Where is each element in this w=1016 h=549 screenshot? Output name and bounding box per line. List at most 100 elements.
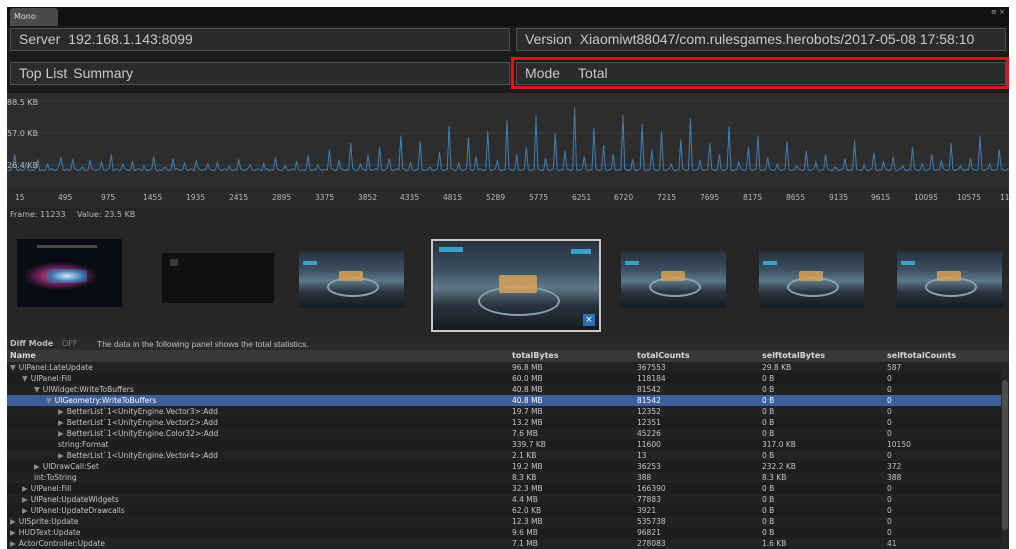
- collapsed-arrow-icon[interactable]: ▶: [22, 506, 28, 515]
- collapsed-arrow-icon[interactable]: ▶: [34, 462, 40, 471]
- version-label: Version: [525, 31, 572, 47]
- table-row[interactable]: ▶ UISprite:Update 12.3 MB 535738 0 B 0: [7, 516, 1009, 527]
- row-name: string:Format: [58, 440, 109, 449]
- row-name-cell: ▶ HUDText:Update: [10, 527, 81, 538]
- window-menu-icon[interactable]: ≡ ×: [991, 9, 1005, 16]
- close-icon[interactable]: ×: [583, 314, 595, 326]
- collapsed-arrow-icon[interactable]: ▶: [10, 539, 16, 548]
- table-header: Name totalBytes totalCounts selftotalByt…: [7, 350, 1009, 362]
- row-name-cell: ▶ UIPanel:Fill: [22, 483, 71, 494]
- row-name: UIGeometry:WriteToBuffers: [54, 396, 157, 405]
- table-row[interactable]: ▶ UIPanel:UpdateWidgets 4.4 MB 77883 0 B 0: [7, 494, 1009, 505]
- collapsed-arrow-icon[interactable]: ▶: [58, 418, 64, 427]
- table-row[interactable]: ▼ UIPanel:LateUpdate 96.8 MB 367553 29.8 KB 5…: [7, 362, 1009, 373]
- table-row[interactable]: ▶ ActorController:Update 7.1 MB 278083 1.6 K…: [7, 538, 1009, 549]
- row-name: UIPanel:Fill: [30, 374, 72, 383]
- screenshot-thumb-selected[interactable]: ×: [431, 239, 601, 332]
- expanded-arrow-icon[interactable]: ▼: [22, 374, 28, 383]
- total-bytes-cell: 40.8 MB: [512, 385, 543, 394]
- collapsed-arrow-icon[interactable]: ▶: [58, 429, 64, 438]
- collapsed-arrow-icon[interactable]: ▶: [58, 451, 64, 460]
- row-name: UIPanel:Fill: [30, 484, 72, 493]
- x-tick-label: 6251: [572, 193, 592, 202]
- row-name: int:ToString: [34, 473, 77, 482]
- column-name[interactable]: Name: [10, 351, 36, 360]
- vertical-scrollbar[interactable]: [1001, 362, 1009, 549]
- self-total-counts-cell: 388: [887, 473, 902, 482]
- screenshot-thumb-7[interactable]: [897, 251, 1002, 308]
- table-row[interactable]: ▼ UIPanel:Fill 60.0 MB 118184 0 B 0: [7, 373, 1009, 384]
- screenshot-thumb-6[interactable]: [759, 251, 864, 308]
- version-value: Xiaomiwt88047/com.rulesgames.herobots/20…: [579, 31, 975, 47]
- collapsed-arrow-icon[interactable]: ▶: [22, 495, 28, 504]
- table-row[interactable]: int:ToString 8.3 KB 388 8.3 KB 388: [7, 472, 1009, 483]
- x-tick-label: 7695: [700, 193, 720, 202]
- screenshot-thumb-5[interactable]: [621, 251, 726, 308]
- table-row[interactable]: ▶ UIPanel:UpdateDrawcalls 62.0 KB 3921 0 B 0: [7, 505, 1009, 516]
- total-bytes-cell: 339.7 KB: [512, 440, 546, 449]
- self-total-bytes-cell: 8.3 KB: [762, 473, 787, 482]
- table-row[interactable]: ▶ BetterList`1<UnityEngine.Vector4>:Add 2.…: [7, 450, 1009, 461]
- collapsed-arrow-icon[interactable]: ▶: [58, 407, 64, 416]
- row-name-cell: ▼ UIPanel:Fill: [22, 373, 71, 384]
- top-list-value: Summary: [73, 65, 134, 81]
- screenshot-thumb-2[interactable]: [162, 253, 274, 303]
- scrollbar-thumb[interactable]: [1002, 380, 1008, 530]
- expanded-arrow-icon[interactable]: ▼: [46, 396, 52, 405]
- total-counts-cell: 535738: [637, 517, 666, 526]
- collapsed-arrow-icon[interactable]: ▶: [10, 528, 16, 537]
- self-total-counts-cell: 0: [887, 517, 892, 526]
- column-self-total-counts[interactable]: selftotalCounts: [887, 351, 956, 360]
- x-tick-label: 8175: [743, 193, 763, 202]
- row-name: UIWidget:WriteToBuffers: [42, 385, 134, 394]
- self-total-bytes-cell: 0 B: [762, 517, 775, 526]
- table-row[interactable]: ▼ UIWidget:WriteToBuffers 40.8 MB 81542 0 B 0: [7, 384, 1009, 395]
- column-self-total-bytes[interactable]: selftotalBytes: [762, 351, 825, 360]
- server-field[interactable]: Server 192.168.1.143:8099: [10, 28, 510, 51]
- chart-x-axis: 15 495 975 1455 1935 2415 2895 3375 3852 4335 4815…: [7, 188, 1009, 208]
- tab-mono[interactable]: Mono: [10, 8, 58, 26]
- row-name: BetterList`1<UnityEngine.Color32>:Add: [66, 429, 219, 438]
- table-row[interactable]: ▶ HUDText:Update 9.6 MB 96821 0 B 0: [7, 527, 1009, 538]
- expanded-arrow-icon[interactable]: ▼: [10, 363, 16, 372]
- self-total-bytes-cell: 0 B: [762, 506, 775, 515]
- table-row[interactable]: ▶ BetterList`1<UnityEngine.Vector2>:Add 13…: [7, 417, 1009, 428]
- table-row[interactable]: ▶ UIPanel:Fill 32.3 MB 166390 0 B 0: [7, 483, 1009, 494]
- self-total-bytes-cell: 29.8 KB: [762, 363, 792, 372]
- table-row-selected[interactable]: ▼ UIGeometry:WriteToBuffers 40.8 MB 81542 0 …: [7, 395, 1009, 406]
- column-total-bytes[interactable]: totalBytes: [512, 351, 559, 360]
- x-tick-label: 6720: [614, 193, 634, 202]
- expanded-arrow-icon[interactable]: ▼: [34, 385, 40, 394]
- top-list-dropdown[interactable]: Top List Summary: [10, 62, 510, 85]
- table-row[interactable]: ▶ UIDrawCall:Set 19.2 MB 36253 232.2 KB 372: [7, 461, 1009, 472]
- collapsed-arrow-icon[interactable]: ▶: [22, 484, 28, 493]
- table-row[interactable]: ▶ BetterList`1<UnityEngine.Color32>:Add 7.…: [7, 428, 1009, 439]
- screenshot-thumb-3[interactable]: [299, 251, 404, 308]
- total-bytes-cell: 2.1 KB: [512, 451, 537, 460]
- table-row[interactable]: ▶ BetterList`1<UnityEngine.Vector3>:Add 19…: [7, 406, 1009, 417]
- self-total-bytes-cell: 317.0 KB: [762, 440, 796, 449]
- row-name: ActorController:Update: [18, 539, 105, 548]
- collapsed-arrow-icon[interactable]: ▶: [10, 517, 16, 526]
- total-counts-cell: 3921: [637, 506, 657, 515]
- total-counts-cell: 81542: [637, 385, 661, 394]
- x-tick-label: 975: [101, 193, 116, 202]
- table-row[interactable]: string:Format 339.7 KB 11600 317.0 KB 10150: [7, 439, 1009, 450]
- total-counts-cell: 388: [637, 473, 652, 482]
- x-tick-label: 2895: [272, 193, 292, 202]
- memory-chart[interactable]: 88.5 KB 57.0 KB 26.4 KB: [7, 93, 1009, 188]
- row-name: UIPanel:UpdateDrawcalls: [30, 506, 125, 515]
- total-counts-cell: 278083: [637, 539, 666, 548]
- row-name: BetterList`1<UnityEngine.Vector3>:Add: [66, 407, 218, 416]
- self-total-bytes-cell: 0 B: [762, 528, 775, 537]
- x-tick-label: 110: [1000, 193, 1009, 202]
- x-tick-label: 10095: [914, 193, 938, 202]
- screenshot-thumb-1[interactable]: [17, 239, 122, 307]
- diff-mode-toggle[interactable]: OFF: [62, 339, 78, 348]
- diff-mode-label: Diff Mode: [10, 339, 54, 348]
- self-total-bytes-cell: 0 B: [762, 385, 775, 394]
- row-name: BetterList`1<UnityEngine.Vector4>:Add: [66, 451, 218, 460]
- column-total-counts[interactable]: totalCounts: [637, 351, 690, 360]
- profiler-window: Mono ≡ × Server 192.168.1.143:8099 Versio…: [7, 7, 1009, 549]
- memory-chart-svg: [7, 100, 1009, 172]
